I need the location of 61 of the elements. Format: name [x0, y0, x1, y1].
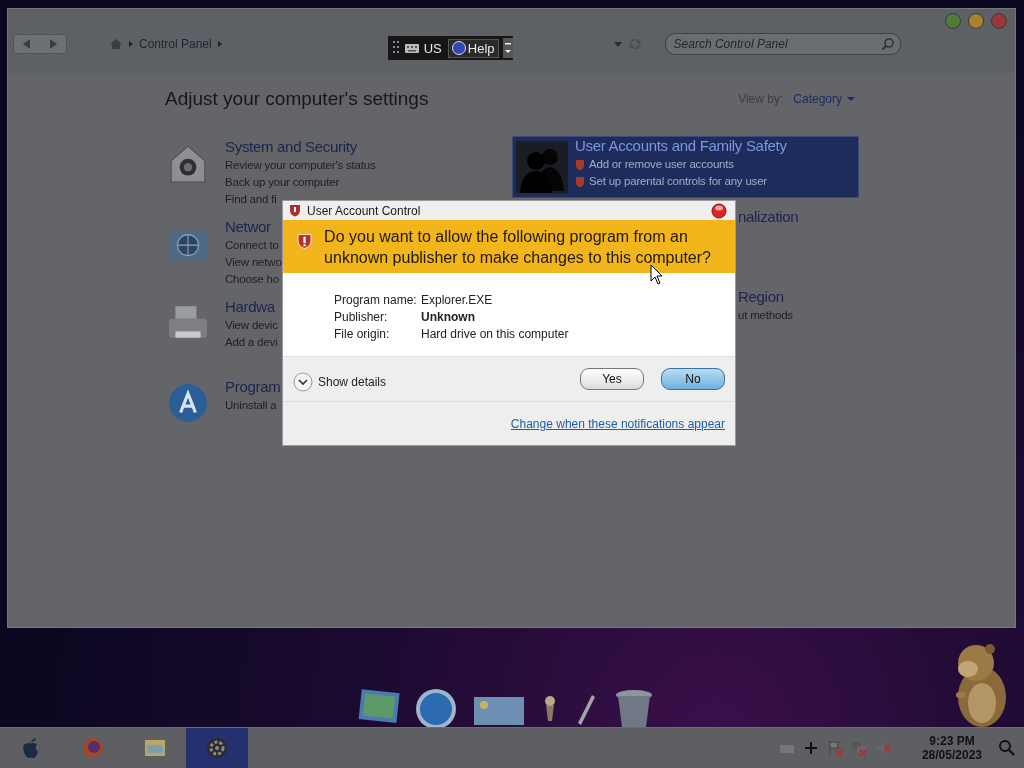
- page-heading: Adjust your computer's settings: [165, 88, 429, 110]
- category-link[interactable]: Hardwa: [225, 298, 278, 315]
- close-button[interactable]: [711, 202, 727, 219]
- caret-icon: [847, 96, 855, 102]
- dialog-question: Do you want to allow the following program from an unknown publisher to make changes to this computer?: [324, 227, 712, 268]
- taskbar-button[interactable]: [186, 728, 248, 768]
- chevron-icon: [127, 39, 135, 49]
- search-icon[interactable]: [998, 739, 1016, 757]
- language-indicator[interactable]: US: [423, 40, 444, 56]
- shield-icon: [575, 158, 585, 171]
- maximize-button[interactable]: [968, 13, 984, 29]
- minimize-button[interactable]: [945, 13, 961, 29]
- task-link[interactable]: Review your computer's status: [225, 157, 376, 174]
- firefox-icon: [81, 736, 105, 760]
- search-field[interactable]: Search Control Panel: [664, 33, 901, 55]
- detail-value: Unknown: [421, 310, 476, 324]
- category-link[interactable]: System and Security: [225, 138, 376, 155]
- view-by-dropdown[interactable]: Category: [793, 92, 855, 106]
- task-link[interactable]: Set up parental controls for any user: [589, 173, 767, 190]
- task-link[interactable]: View devic: [225, 317, 278, 334]
- dialog-title: User Account Control: [307, 203, 422, 218]
- shield-icon: [575, 175, 585, 188]
- yes-button[interactable]: Yes: [580, 368, 644, 390]
- category-link[interactable]: nalization: [738, 208, 799, 225]
- settings-link[interactable]: Change when these notifications appear: [510, 416, 725, 431]
- app-store-icon[interactable]: [166, 382, 210, 424]
- keyboard-icon: [403, 42, 420, 54]
- detail-value: Hard drive on this computer: [421, 327, 570, 341]
- detail-value: Explorer.EXE: [421, 293, 494, 307]
- chevron-down-icon: [293, 372, 313, 392]
- compass-icon[interactable]: [414, 687, 458, 727]
- task-link[interactable]: ut methods: [738, 307, 793, 324]
- category-link[interactable]: Networ: [225, 218, 282, 235]
- task-link[interactable]: Add a devi: [225, 334, 278, 351]
- help-icon: [451, 41, 466, 55]
- task-link[interactable]: View netwo: [225, 254, 282, 271]
- task-link[interactable]: Choose ho: [225, 271, 279, 288]
- detail-label: Publisher:: [334, 310, 389, 324]
- detail-label: File origin:: [334, 327, 391, 341]
- category-highlight[interactable]: User Accounts and Family Safety Add or remove user accounts Set up parental controls for any user: [512, 136, 859, 198]
- no-button[interactable]: No: [661, 368, 725, 390]
- dropdown-arrow-icon[interactable]: [612, 40, 623, 48]
- category-link[interactable]: User Accounts and Family Safety: [575, 137, 787, 154]
- help-button[interactable]: Help: [447, 38, 499, 58]
- category-link[interactable]: Program: [225, 378, 281, 395]
- show-details-button[interactable]: Show details: [293, 372, 387, 392]
- category-link[interactable]: Region: [738, 288, 793, 305]
- options-button[interactable]: [502, 38, 513, 58]
- task-link[interactable]: Uninstall a: [225, 397, 277, 414]
- task-link[interactable]: Back up your computer: [225, 174, 340, 191]
- task-link[interactable]: Find and fi: [225, 191, 277, 208]
- breadcrumb-item[interactable]: Control Panel: [139, 37, 212, 51]
- chevron-icon: [215, 39, 224, 49]
- home-icon[interactable]: [109, 38, 123, 50]
- task-link[interactable]: Add or remove user accounts: [589, 156, 734, 173]
- task-link[interactable]: Connect to: [225, 237, 279, 254]
- clock[interactable]: 9:23 PM 28/05/2023: [921, 734, 982, 762]
- shield-icon: [289, 204, 301, 217]
- gear-icon: [205, 736, 229, 760]
- search-icon[interactable]: [880, 37, 895, 51]
- detail-label: Program name:: [334, 293, 418, 307]
